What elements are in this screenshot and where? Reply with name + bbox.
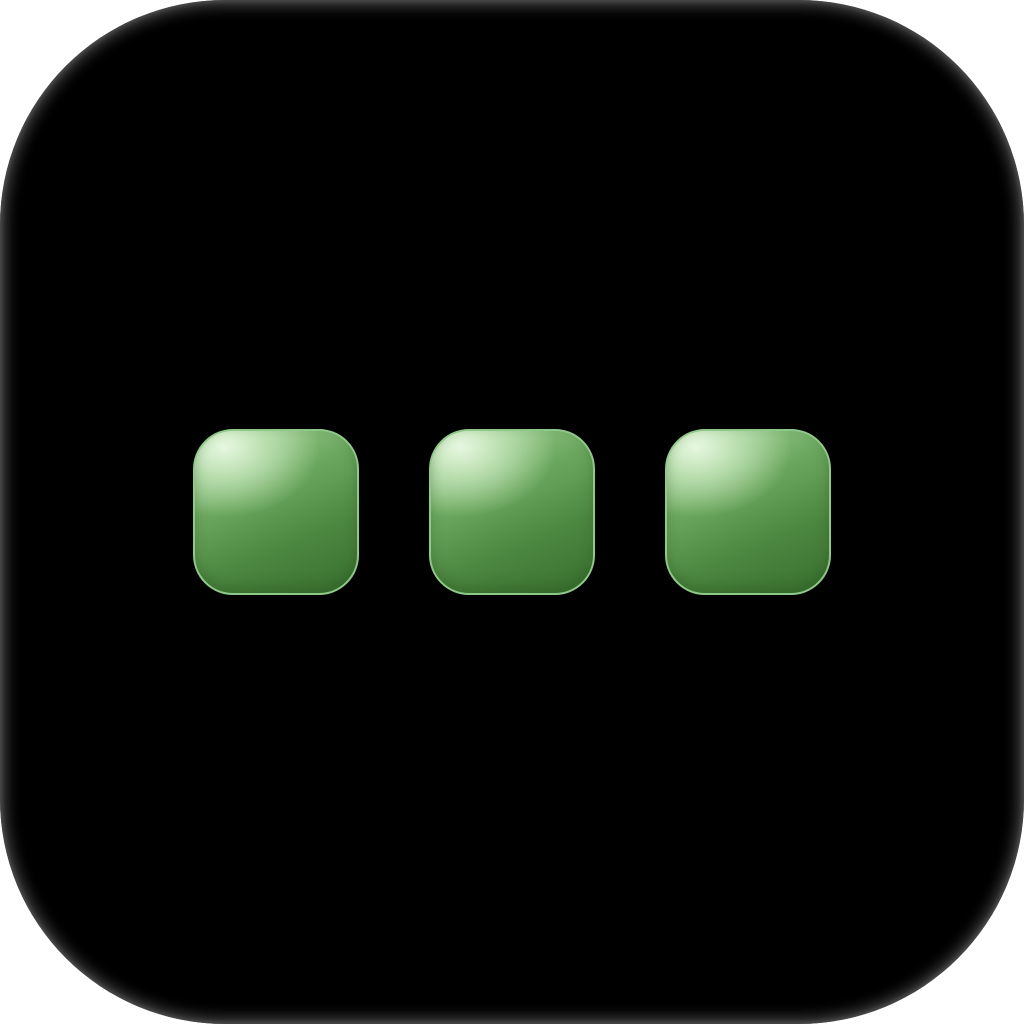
dot-icon (193, 429, 359, 595)
ellipsis-dots (193, 429, 831, 595)
more-options-icon[interactable] (0, 0, 1024, 1024)
screen (0, 0, 1024, 1024)
dot-icon (665, 429, 831, 595)
dot-icon (429, 429, 595, 595)
